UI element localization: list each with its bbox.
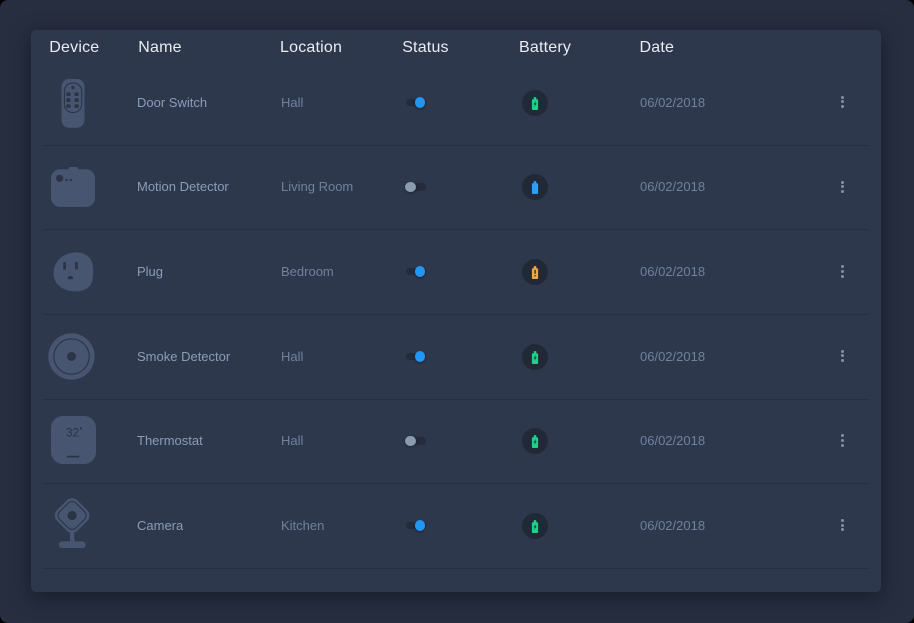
svg-text:32: 32 <box>66 426 79 440</box>
